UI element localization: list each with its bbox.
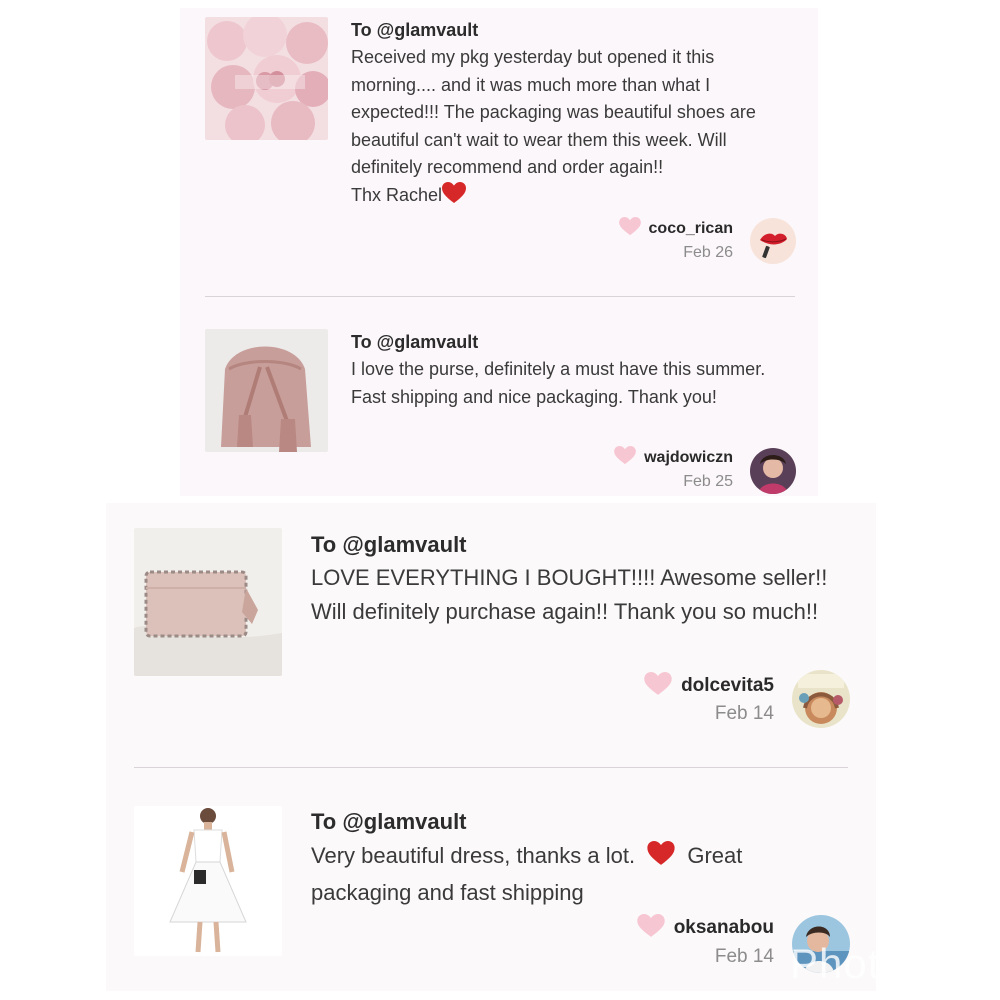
review-text: LOVE EVERYTHING I BOUGHT!!!! Awesome sel… [311,565,828,624]
red-heart-emoji-icon [647,841,675,876]
review-date: Feb 26 [683,244,733,261]
heart-icon[interactable] [618,217,641,241]
reviewer[interactable]: coco_rican [618,217,733,241]
product-thumbnail-purse[interactable] [205,329,328,452]
divider [134,767,848,768]
review-date: Feb 14 [714,946,774,967]
heart-icon[interactable] [644,671,672,701]
review-card-top: To @glamvault Received my pkg yesterday … [180,8,818,496]
reviewer-avatar[interactable] [750,218,796,264]
recipient-label: To @glamvault [311,532,467,557]
review-card-bottom: To @glamvault LOVE EVERYTHING I BOUGHT!!… [106,503,876,991]
review-text-main: Received my pkg yesterday but opened it … [351,47,756,177]
reviewer-username[interactable]: wajdowiczn [644,449,733,467]
recipient-label: To @glamvault [351,332,479,352]
reviewer-username[interactable]: dolcevita5 [681,675,774,697]
product-thumbnail-clutch[interactable] [134,528,282,676]
recipient-label: To @glamvault [351,20,479,40]
recipient-label: To @glamvault [311,809,467,834]
product-thumbnail-dress[interactable] [134,806,282,956]
review-text: I love the purse, definitely a must have… [351,359,766,407]
reviewer[interactable]: wajdowiczn [614,446,733,470]
heart-icon[interactable] [636,913,665,943]
review-text: Received my pkg yesterday but opened it … [351,44,801,212]
heart-icon[interactable] [614,446,636,470]
reviewer-username[interactable]: oksanabou [674,917,774,939]
watermark: Phot [790,940,881,987]
reviewer-avatar[interactable] [792,670,850,728]
review-closing: Thx Rachel [351,184,443,205]
review-date: Feb 25 [683,473,733,490]
review-text-part1: Very beautiful dress, thanks a lot. [311,843,636,868]
reviewer[interactable]: dolcevita5 [644,671,774,701]
red-heart-emoji-icon [442,181,467,213]
product-thumbnail-flowers[interactable] [205,17,328,140]
review-date: Feb 14 [714,703,774,724]
divider [205,296,795,297]
reviewer-username[interactable]: coco_rican [649,220,733,238]
reviewer[interactable]: oksanabou [636,913,774,943]
reviewer-avatar[interactable] [750,448,796,494]
review-text: Very beautiful dress, thanks a lot. Grea… [311,839,831,910]
